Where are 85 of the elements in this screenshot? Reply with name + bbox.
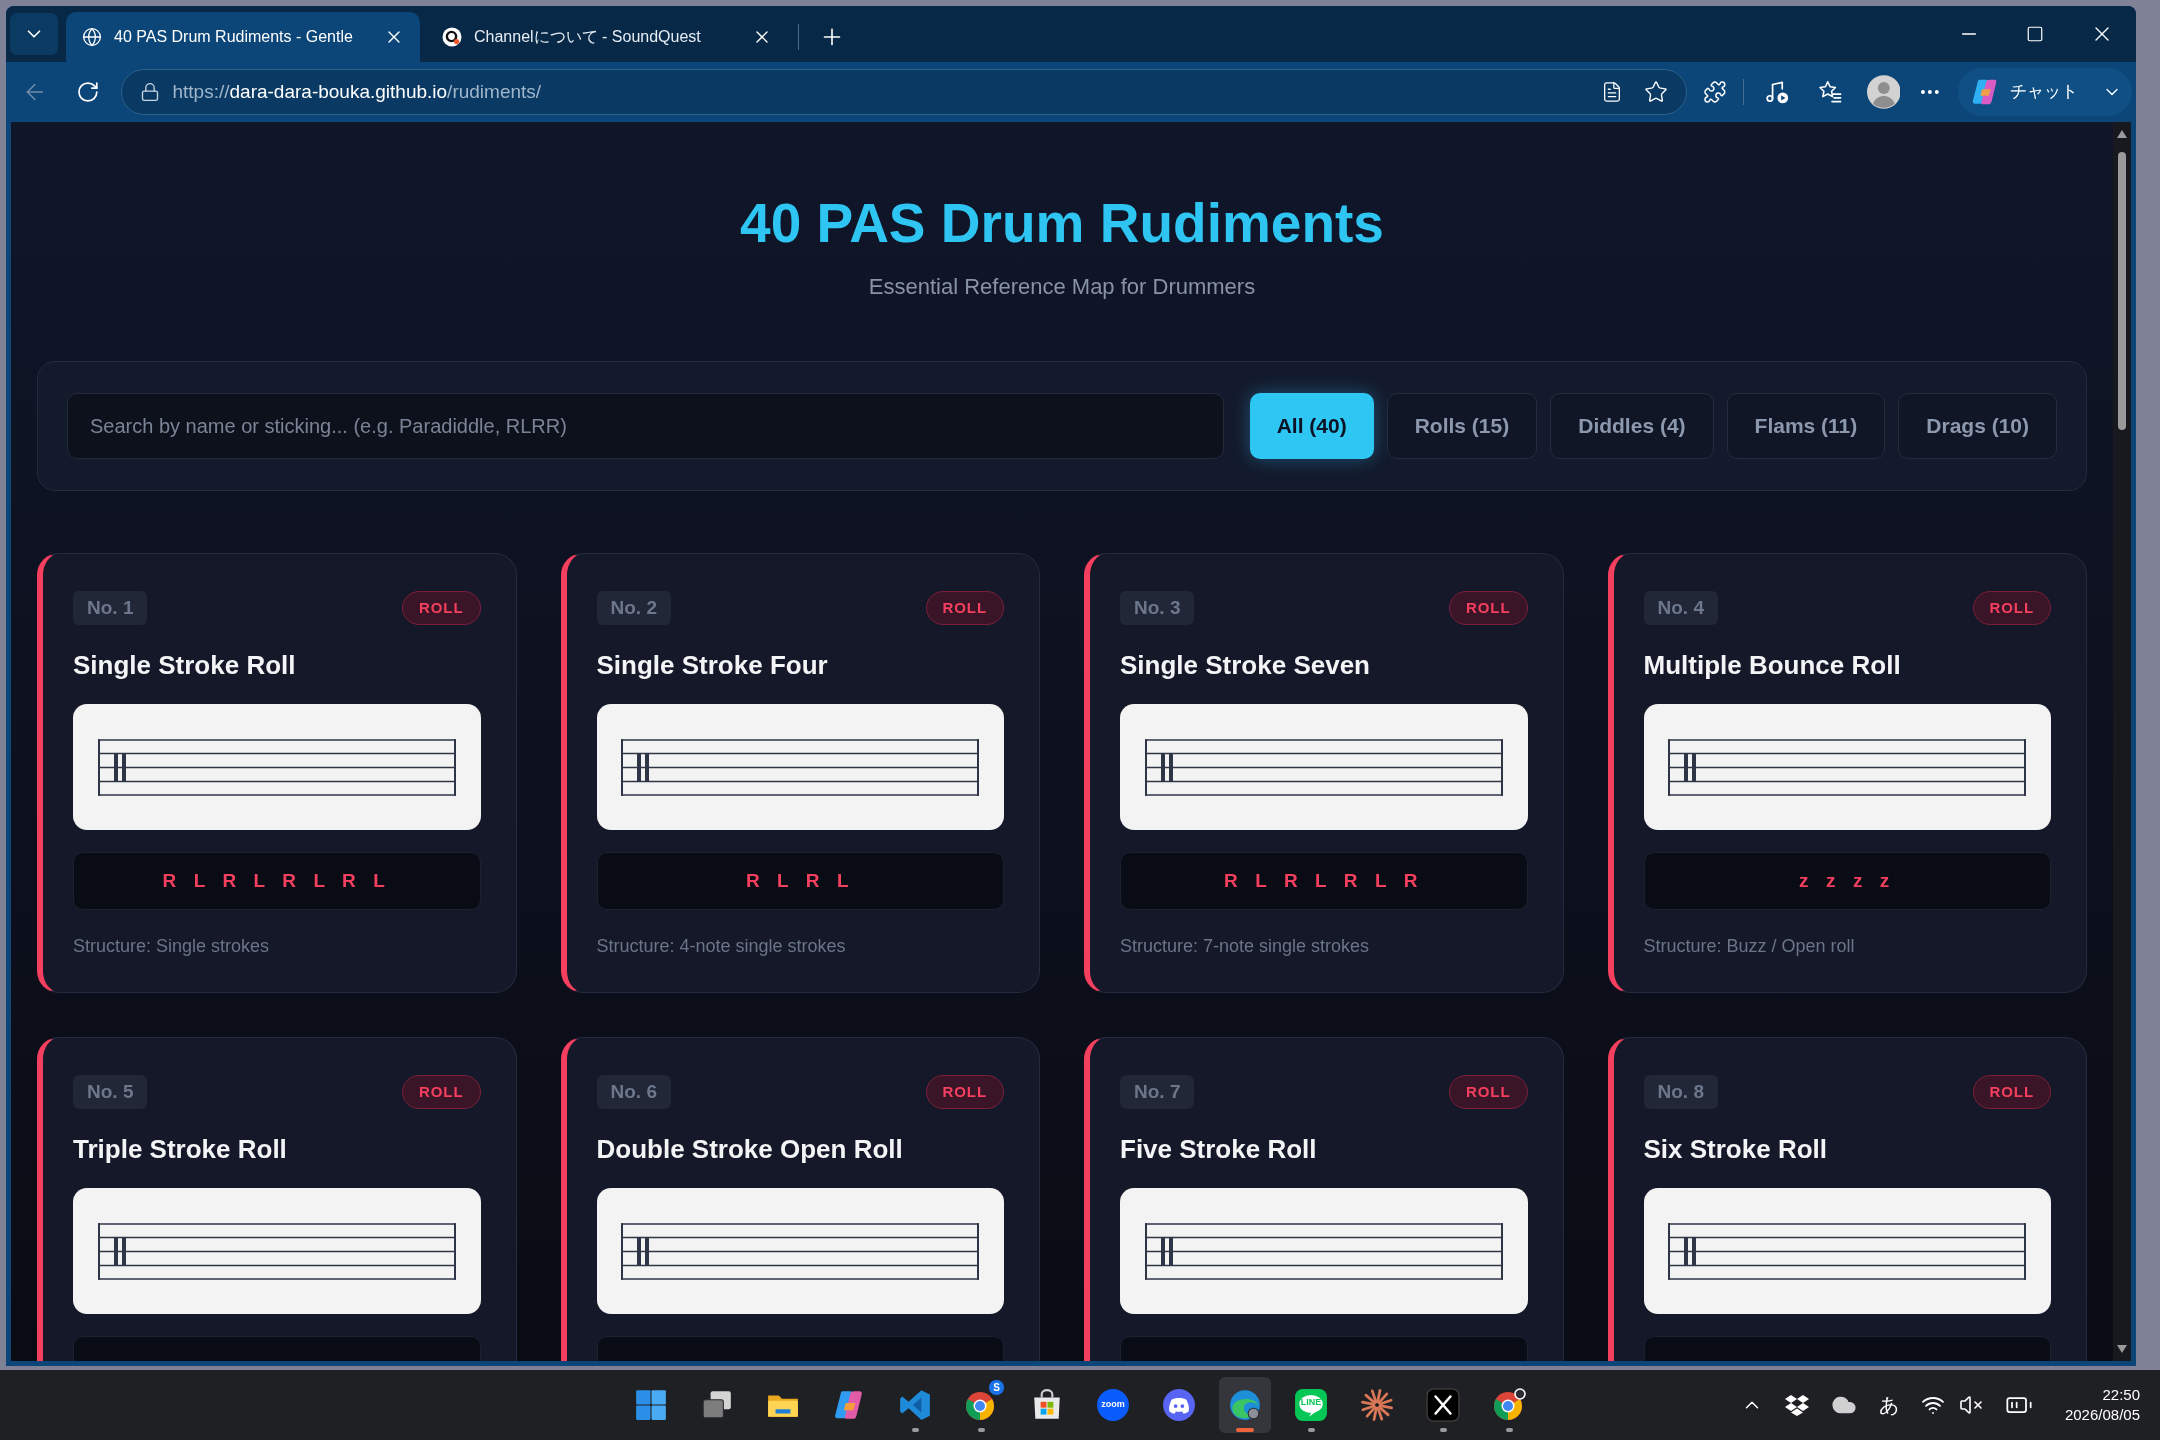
filter-tab[interactable]: Drags (10) xyxy=(1898,393,2057,459)
category-badge: ROLL xyxy=(402,591,481,625)
rudiment-card[interactable]: No. 5 ROLL Triple Stroke Roll xyxy=(37,1037,517,1361)
sticking-pattern: z z z z xyxy=(1799,868,1896,893)
structure-text: Structure: 7-note single strokes xyxy=(1120,935,1370,958)
number-badge: No. 6 xyxy=(596,1075,671,1109)
browser-tab[interactable]: Channelについて - SoundQuest xyxy=(430,12,784,62)
filter-tab[interactable]: Flams (11) xyxy=(1726,393,1886,459)
four-tiles-icon[interactable] xyxy=(634,1388,668,1422)
puzzle-icon[interactable] xyxy=(1703,80,1728,104)
category-badge: ROLL xyxy=(1972,591,2051,625)
category-badge: ROLL xyxy=(925,1075,1004,1109)
page-title: 40 PAS Drum Rudiments xyxy=(740,192,1384,254)
sticking-pattern: R L R L xyxy=(745,868,855,893)
chat-button[interactable]: チャット xyxy=(1958,68,2132,116)
refresh-icon[interactable] xyxy=(75,80,100,104)
circle-segments-icon[interactable] xyxy=(1492,1388,1526,1422)
diamonds-icon[interactable] xyxy=(1784,1394,1809,1416)
number-badge: No. 5 xyxy=(73,1075,148,1109)
url-text[interactable]: https://dara-dara-bouka.github.io/rudiments/ xyxy=(172,77,542,107)
category-badge: ROLL xyxy=(1449,591,1528,625)
star-icon[interactable] xyxy=(1644,80,1669,104)
globe-icon xyxy=(82,27,102,47)
rudiment-card[interactable]: No. 7 ROLL Five Stroke Roll xyxy=(1084,1037,1564,1361)
category-badge: ROLL xyxy=(402,1075,481,1109)
ime-indicator[interactable]: あ xyxy=(1878,1390,1899,1420)
profile-badge: S xyxy=(988,1379,1005,1396)
structure-text: Structure: Single strokes xyxy=(73,935,270,958)
rudiment-title: Five Stroke Roll xyxy=(1120,1133,1317,1166)
lock-icon[interactable] xyxy=(140,82,161,102)
magnifier-icon xyxy=(442,27,462,47)
rudiment-title: Double Stroke Open Roll xyxy=(596,1133,903,1166)
rudiment-title: Triple Stroke Roll xyxy=(73,1133,287,1166)
rudiment-title: Single Stroke Seven xyxy=(1120,649,1370,682)
clock-time[interactable]: 22:50 xyxy=(2102,1385,2140,1405)
number-badge: No. 4 xyxy=(1643,591,1718,625)
category-badge: ROLL xyxy=(925,591,1004,625)
scroll-up-arrow-icon[interactable] xyxy=(2117,130,2127,138)
rudiment-card[interactable]: No. 4 ROLL Multiple Bounce Roll z z z z Structure: Buzz / Open roll xyxy=(1607,553,2087,993)
round-logo-icon[interactable] xyxy=(1096,1388,1130,1422)
muted-speaker-icon[interactable] xyxy=(1958,1393,1983,1417)
number-badge: No. 7 xyxy=(1120,1075,1195,1109)
cross-mark-icon[interactable] xyxy=(1426,1388,1460,1422)
rudiment-card[interactable]: No. 6 ROLL Double Stroke Open Roll xyxy=(560,1037,1040,1361)
sunburst-icon[interactable] xyxy=(1360,1388,1394,1422)
controller-icon[interactable] xyxy=(1162,1388,1196,1422)
filter-tab[interactable]: Rolls (15) xyxy=(1386,393,1538,459)
number-badge: No. 2 xyxy=(596,591,671,625)
taskbar-button[interactable]: zoom xyxy=(1087,1377,1139,1433)
scroll-down-arrow-icon[interactable] xyxy=(2117,1345,2127,1353)
rudiment-card[interactable]: No. 2 ROLL Single Stroke Four R L R L Structure: 4-note single strokes xyxy=(560,553,1040,993)
avatar-icon[interactable] xyxy=(1866,75,1901,109)
number-badge: No. 3 xyxy=(1120,591,1195,625)
speech-bubble-icon[interactable] xyxy=(1294,1388,1328,1422)
category-badge: ROLL xyxy=(1972,1075,2051,1109)
wave-disc-icon[interactable] xyxy=(1228,1388,1262,1422)
rudiment-card[interactable]: No. 1 ROLL Single Stroke Roll R L R L R L R L Structure: Single strokes xyxy=(37,553,517,993)
sticking-pattern: R L R L R L R L xyxy=(162,868,391,893)
number-badge: No. 8 xyxy=(1643,1075,1718,1109)
scrollbar-thumb[interactable] xyxy=(2118,152,2126,430)
logo-text: LINE xyxy=(1300,1397,1322,1407)
rudiment-title: Single Stroke Roll xyxy=(73,649,296,682)
clock-date[interactable]: 2026/08/05 xyxy=(2064,1405,2140,1425)
logo-text: zoom xyxy=(1101,1399,1125,1409)
number-badge: No. 1 xyxy=(73,591,148,625)
angled-ribbon-icon[interactable] xyxy=(898,1388,932,1422)
structure-text: Structure: 4-note single strokes xyxy=(596,935,846,958)
browser-tab[interactable]: 40 PAS Drum Rudiments - Gentle xyxy=(66,12,420,62)
rudiment-title: Six Stroke Roll xyxy=(1643,1133,1827,1166)
sticking-pattern: R L R L R L R xyxy=(1224,868,1424,893)
rudiment-card[interactable]: No. 8 ROLL Six Stroke Roll xyxy=(1607,1037,2087,1361)
address-bar[interactable]: https://dara-dara-bouka.github.io/rudiments/ xyxy=(121,69,1688,115)
star-list-icon[interactable] xyxy=(1816,79,1843,105)
search-field[interactable]: Search by name or sticking... (e.g. Paradiddle, RLRR) xyxy=(67,393,1224,459)
rudiment-card[interactable]: No. 3 ROLL Single Stroke Seven R L R L R L R Structure: 7-note single strokes xyxy=(1084,553,1564,993)
rudiment-title: Single Stroke Four xyxy=(596,649,828,682)
rudiment-title: Multiple Bounce Roll xyxy=(1643,649,1901,682)
filter-tab[interactable]: All (40) xyxy=(1249,393,1374,459)
structure-text: Structure: Buzz / Open roll xyxy=(1643,935,1855,958)
category-badge: ROLL xyxy=(1449,1075,1528,1109)
taskbar-button[interactable]: S xyxy=(955,1377,1007,1433)
square-icon[interactable] xyxy=(2026,25,2044,43)
music-note-icon[interactable] xyxy=(1764,79,1790,105)
filter-tab[interactable]: Diddles (4) xyxy=(1550,393,1714,459)
page-subtitle: Essential Reference Map for Drummers xyxy=(868,273,1256,301)
